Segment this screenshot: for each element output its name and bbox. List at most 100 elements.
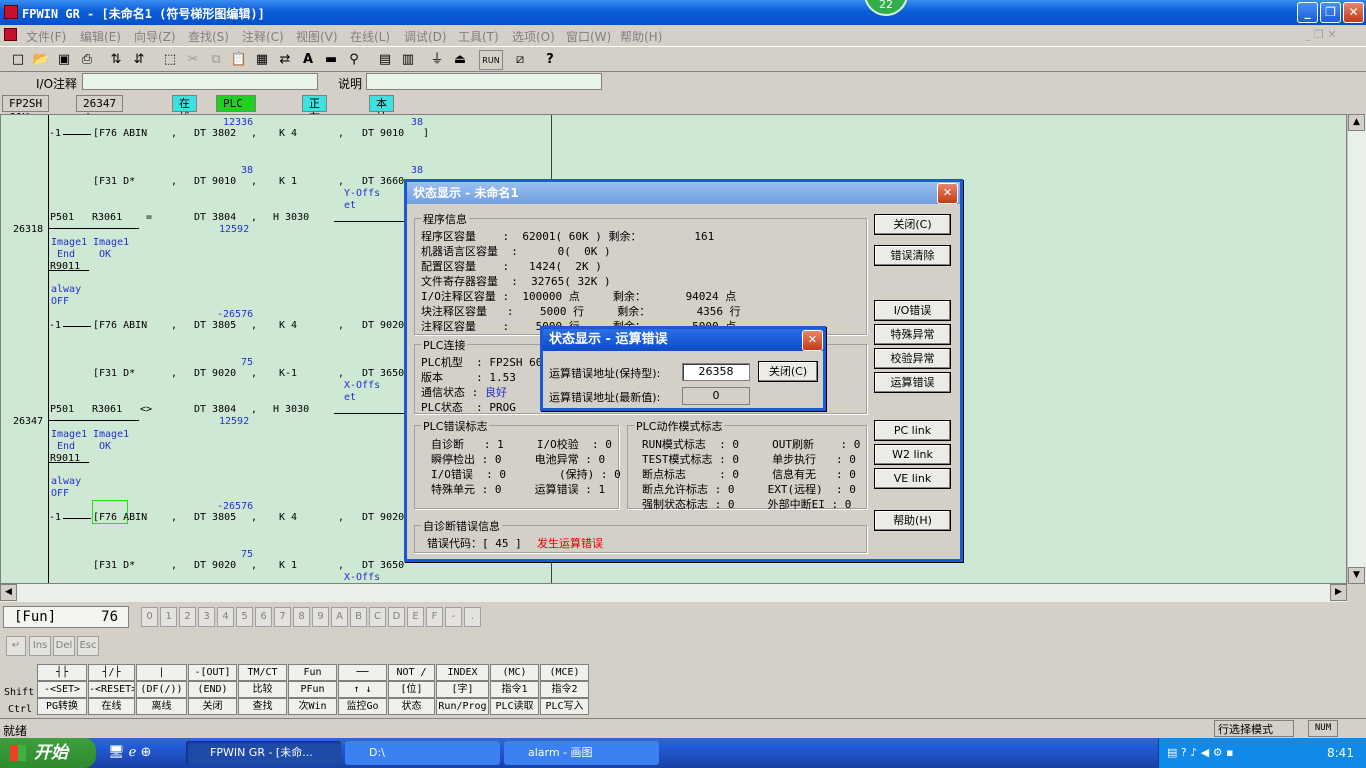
binoculars-icon[interactable]: ⚲ — [344, 50, 364, 70]
print-icon[interactable]: ⎙ — [77, 50, 97, 70]
operand[interactable]: DT 9020 — [194, 560, 236, 571]
menu-wizard[interactable]: 向导(Z) — [134, 28, 176, 45]
horizontal-scrollbar[interactable]: ◀ ▶ — [0, 584, 1347, 602]
open-folder-icon[interactable]: 📂 — [31, 50, 51, 70]
menu-find[interactable]: 查找(S) — [188, 28, 229, 45]
menu-tools[interactable]: 工具(T) — [458, 28, 499, 45]
contact[interactable]: R3061 — [92, 212, 122, 223]
fkey-row3-4[interactable]: 查找 — [238, 698, 287, 715]
operand[interactable]: DT 3805 — [194, 320, 236, 331]
key-5[interactable]: 5 — [236, 607, 253, 627]
key-d[interactable]: D — [388, 607, 405, 627]
key-9[interactable]: 9 — [312, 607, 329, 627]
del-key[interactable]: Del — [53, 636, 75, 656]
fkey-row1-1[interactable]: ┤/├ — [88, 664, 135, 681]
key-6[interactable]: 6 — [255, 607, 272, 627]
menu-help[interactable]: 帮助(H) — [620, 28, 662, 45]
monitor-toggle-icon[interactable]: ⧄ — [510, 50, 530, 70]
save-icon[interactable]: ▣ — [54, 50, 74, 70]
scroll-right-icon[interactable]: ▶ — [1330, 584, 1347, 601]
operand[interactable]: K 1 — [279, 176, 297, 187]
calc-close-button[interactable]: 关闭(C) — [758, 361, 818, 382]
close-button[interactable]: ✕ — [1343, 2, 1364, 23]
plc-read-icon[interactable]: ⏚ — [427, 50, 447, 70]
fkey-row2-6[interactable]: ↑ ↓ — [338, 681, 387, 698]
fkey-row2-1[interactable]: -<RESET> — [88, 681, 135, 698]
fkey-row1-5[interactable]: Fun — [288, 664, 337, 681]
paste-icon[interactable]: 📋 — [229, 50, 249, 70]
tray-icons[interactable]: ▤ ? ♪ ◀ ⚙ ▪ — [1167, 746, 1234, 759]
menu-edit[interactable]: 编辑(E) — [80, 28, 121, 45]
description-field[interactable] — [366, 73, 602, 90]
fkey-row3-2[interactable]: 离线 — [136, 698, 187, 715]
fkey-row3-8[interactable]: Run/Prog — [436, 698, 489, 715]
io-comment-field[interactable] — [82, 73, 318, 90]
calc-error-button[interactable]: 运算错误 — [874, 372, 951, 393]
minimize-button[interactable]: _ — [1297, 2, 1318, 23]
doc-icon[interactable] — [4, 28, 17, 41]
contact[interactable]: P501 — [50, 212, 74, 223]
contact[interactable]: P501 — [50, 404, 74, 415]
scroll-left-icon[interactable]: ◀ — [0, 584, 17, 601]
fun-input[interactable]: [Fun] 76 — [3, 606, 129, 628]
verify-error-button[interactable]: 校验异常 — [874, 348, 951, 369]
restore-button[interactable]: ❐ — [1320, 2, 1341, 23]
task-fpwin[interactable]: FPWIN GR - [未命... — [186, 741, 341, 765]
new-file-icon[interactable]: □ — [8, 50, 28, 70]
text-icon[interactable]: A — [298, 50, 318, 70]
display-icon[interactable]: ▤ — [375, 50, 395, 70]
fkey-row1-4[interactable]: TM/CT — [238, 664, 287, 681]
fkey-row3-6[interactable]: 监控Go — [338, 698, 387, 715]
enter-key[interactable]: ↵ — [6, 636, 26, 656]
operand[interactable]: K-1 — [279, 368, 297, 379]
key-1[interactable]: 1 — [160, 607, 177, 627]
menu-view[interactable]: 视图(V) — [296, 28, 338, 45]
operand[interactable]: DT 9010 — [362, 128, 404, 139]
cut-icon[interactable]: ✂ — [183, 50, 203, 70]
help-icon[interactable]: ? — [540, 50, 560, 70]
fkey-row2-3[interactable]: (END) — [188, 681, 237, 698]
contact[interactable]: R3061 — [92, 404, 122, 415]
grid-icon[interactable]: ▦ — [252, 50, 272, 70]
operand[interactable]: DT 3650 — [362, 560, 404, 571]
pc-link-button[interactable]: PC link — [874, 420, 951, 441]
fkey-row2-7[interactable]: [位] — [388, 681, 435, 698]
fkey-row2-0[interactable]: -<SET> — [37, 681, 87, 698]
operand[interactable]: DT 9010 — [194, 176, 236, 187]
operand[interactable]: K 4 — [279, 320, 297, 331]
key-7[interactable]: 7 — [274, 607, 291, 627]
key-3[interactable]: 3 — [198, 607, 215, 627]
fkey-row3-5[interactable]: 次Win — [288, 698, 337, 715]
operand[interactable]: DT 3805 — [194, 512, 236, 523]
special-error-button[interactable]: 特殊异常 — [874, 324, 951, 345]
close-c-button[interactable]: 关闭(C) — [874, 214, 951, 235]
fkey-row2-9[interactable]: 指令1 — [490, 681, 539, 698]
operand[interactable]: K 4 — [279, 128, 297, 139]
clear-error-button[interactable]: 错误清除 — [874, 245, 951, 266]
fkey-row1-2[interactable]: | — [136, 664, 187, 681]
operand[interactable]: K 1 — [279, 560, 297, 571]
menu-online[interactable]: 在线(L) — [350, 28, 390, 45]
ve-link-button[interactable]: VE link — [874, 468, 951, 489]
key-b[interactable]: B — [350, 607, 367, 627]
monitor-icon[interactable]: ▬ — [321, 50, 341, 70]
menu-debug[interactable]: 调试(D) — [404, 28, 447, 45]
key-0[interactable]: 0 — [141, 607, 158, 627]
key-e[interactable]: E — [407, 607, 424, 627]
fkey-row1-6[interactable]: ── — [338, 664, 387, 681]
key-a[interactable]: A — [331, 607, 348, 627]
operand[interactable]: DT 3660 — [362, 176, 404, 187]
key-f[interactable]: F — [426, 607, 443, 627]
key-4[interactable]: 4 — [217, 607, 234, 627]
fkey-row1-8[interactable]: INDEX — [436, 664, 489, 681]
fkey-row3-1[interactable]: 在线 — [88, 698, 135, 715]
convert-icon[interactable]: ⇄ — [275, 50, 295, 70]
mdi-controls[interactable]: _ ❐ ✕ — [1305, 28, 1337, 41]
operand[interactable]: K 4 — [279, 512, 297, 523]
operand[interactable]: DT 9020 — [362, 320, 404, 331]
key-minus[interactable]: - — [445, 607, 462, 627]
scroll-up-icon[interactable]: ▲ — [1348, 114, 1365, 131]
fkey-row3-9[interactable]: PLC读取 — [490, 698, 539, 715]
menu-options[interactable]: 选项(O) — [512, 28, 555, 45]
instruction[interactable]: [F76 ABIN — [93, 512, 147, 523]
